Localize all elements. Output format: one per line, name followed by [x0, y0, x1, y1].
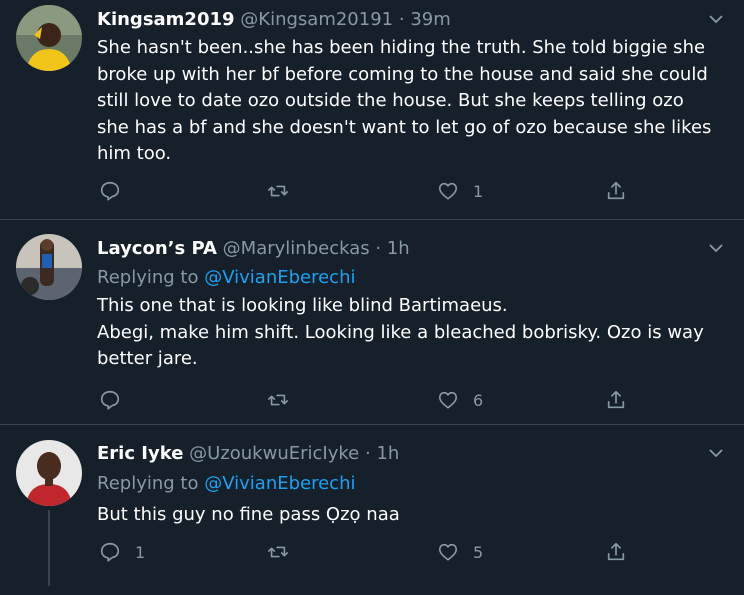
replying-prefix: Replying to [97, 267, 199, 288]
like-count: 1 [473, 181, 484, 201]
reply-button[interactable]: 1 [99, 538, 145, 566]
timestamp[interactable]: 39m [410, 9, 450, 30]
tweet-header: Eric Iyke @UzoukwuEricIyke · 1h [97, 441, 399, 467]
tweet-text-line-1: This one that is looking like blind Bart… [97, 295, 508, 316]
tweet-actions: 6 [97, 386, 657, 414]
timestamp[interactable]: 1h [376, 443, 399, 464]
chevron-down-icon[interactable] [708, 11, 724, 27]
share-button[interactable] [605, 538, 627, 566]
avatar-image-eric-iyke [16, 440, 82, 506]
share-icon [607, 181, 625, 200]
separator: · [364, 443, 371, 464]
avatar[interactable] [16, 440, 82, 506]
like-count: 6 [473, 390, 484, 410]
tweet-3[interactable]: Eric Iyke @UzoukwuEricIyke · 1h Replying… [0, 425, 744, 595]
display-name[interactable]: Eric Iyke [97, 443, 183, 464]
handle[interactable]: @Kingsam20191 [240, 9, 393, 30]
display-name[interactable]: Kingsam2019 [97, 9, 235, 30]
chevron-down-icon[interactable] [708, 445, 724, 461]
retweet-icon [268, 185, 288, 197]
display-name[interactable]: Laycon’s PA [97, 238, 217, 259]
replying-to: Replying to @VivianEberechi [97, 265, 356, 291]
tweet-1[interactable]: Kingsam2019 @Kingsam20191 · 39m She hasn… [0, 0, 744, 220]
share-icon [607, 542, 625, 561]
tweet-text-line-2: Abegi, make him shift. Looking like a bl… [97, 321, 704, 370]
reply-icon [100, 542, 120, 562]
like-icon [438, 391, 458, 409]
replying-to: Replying to @VivianEberechi [97, 471, 356, 497]
avatar-image-laycons-pa [16, 234, 82, 300]
timestamp[interactable]: 1h [387, 238, 410, 259]
avatar[interactable] [16, 5, 82, 71]
like-button[interactable]: 5 [437, 538, 483, 566]
share-button[interactable] [605, 386, 627, 414]
reply-icon [100, 390, 120, 410]
reply-button[interactable] [99, 177, 135, 205]
tweet-text: This one that is looking like blind Bart… [97, 293, 717, 373]
separator: · [398, 9, 405, 30]
thread-connector-line [48, 510, 50, 586]
retweet-icon [268, 394, 288, 406]
separator: · [375, 238, 382, 259]
retweet-button[interactable] [267, 177, 303, 205]
reply-icon [100, 181, 120, 201]
reply-button[interactable] [99, 386, 135, 414]
tweet-text: She hasn't been..she has been hiding the… [97, 37, 712, 164]
handle[interactable]: @Marylinbeckas [223, 238, 370, 259]
retweet-button[interactable] [267, 386, 303, 414]
like-count: 5 [473, 542, 484, 562]
share-icon [607, 390, 625, 409]
tweet-header: Laycon’s PA @Marylinbeckas · 1h [97, 236, 410, 262]
like-button[interactable]: 6 [437, 386, 483, 414]
tweet-text: But this guy no fine pass Ọzọ naa [97, 504, 400, 525]
tweet-actions: 1 [97, 177, 657, 205]
share-button[interactable] [605, 177, 627, 205]
handle[interactable]: @UzoukwuEricIyke [189, 443, 359, 464]
tweet-actions: 1 5 [97, 538, 657, 566]
like-icon [438, 543, 458, 561]
reply-count: 1 [135, 542, 146, 562]
retweet-button[interactable] [267, 538, 303, 566]
like-icon [438, 182, 458, 200]
replying-prefix: Replying to [97, 473, 199, 494]
tweet-header: Kingsam2019 @Kingsam20191 · 39m [97, 7, 451, 33]
retweet-icon [268, 546, 288, 558]
chevron-down-icon[interactable] [708, 240, 724, 256]
like-button[interactable]: 1 [437, 177, 483, 205]
mention-link[interactable]: @VivianEberechi [204, 267, 355, 288]
mention-link[interactable]: @VivianEberechi [204, 473, 355, 494]
tweet-2[interactable]: Laycon’s PA @Marylinbeckas · 1h Replying… [0, 220, 744, 425]
avatar[interactable] [16, 234, 82, 300]
avatar-image-kingsam [16, 5, 82, 71]
